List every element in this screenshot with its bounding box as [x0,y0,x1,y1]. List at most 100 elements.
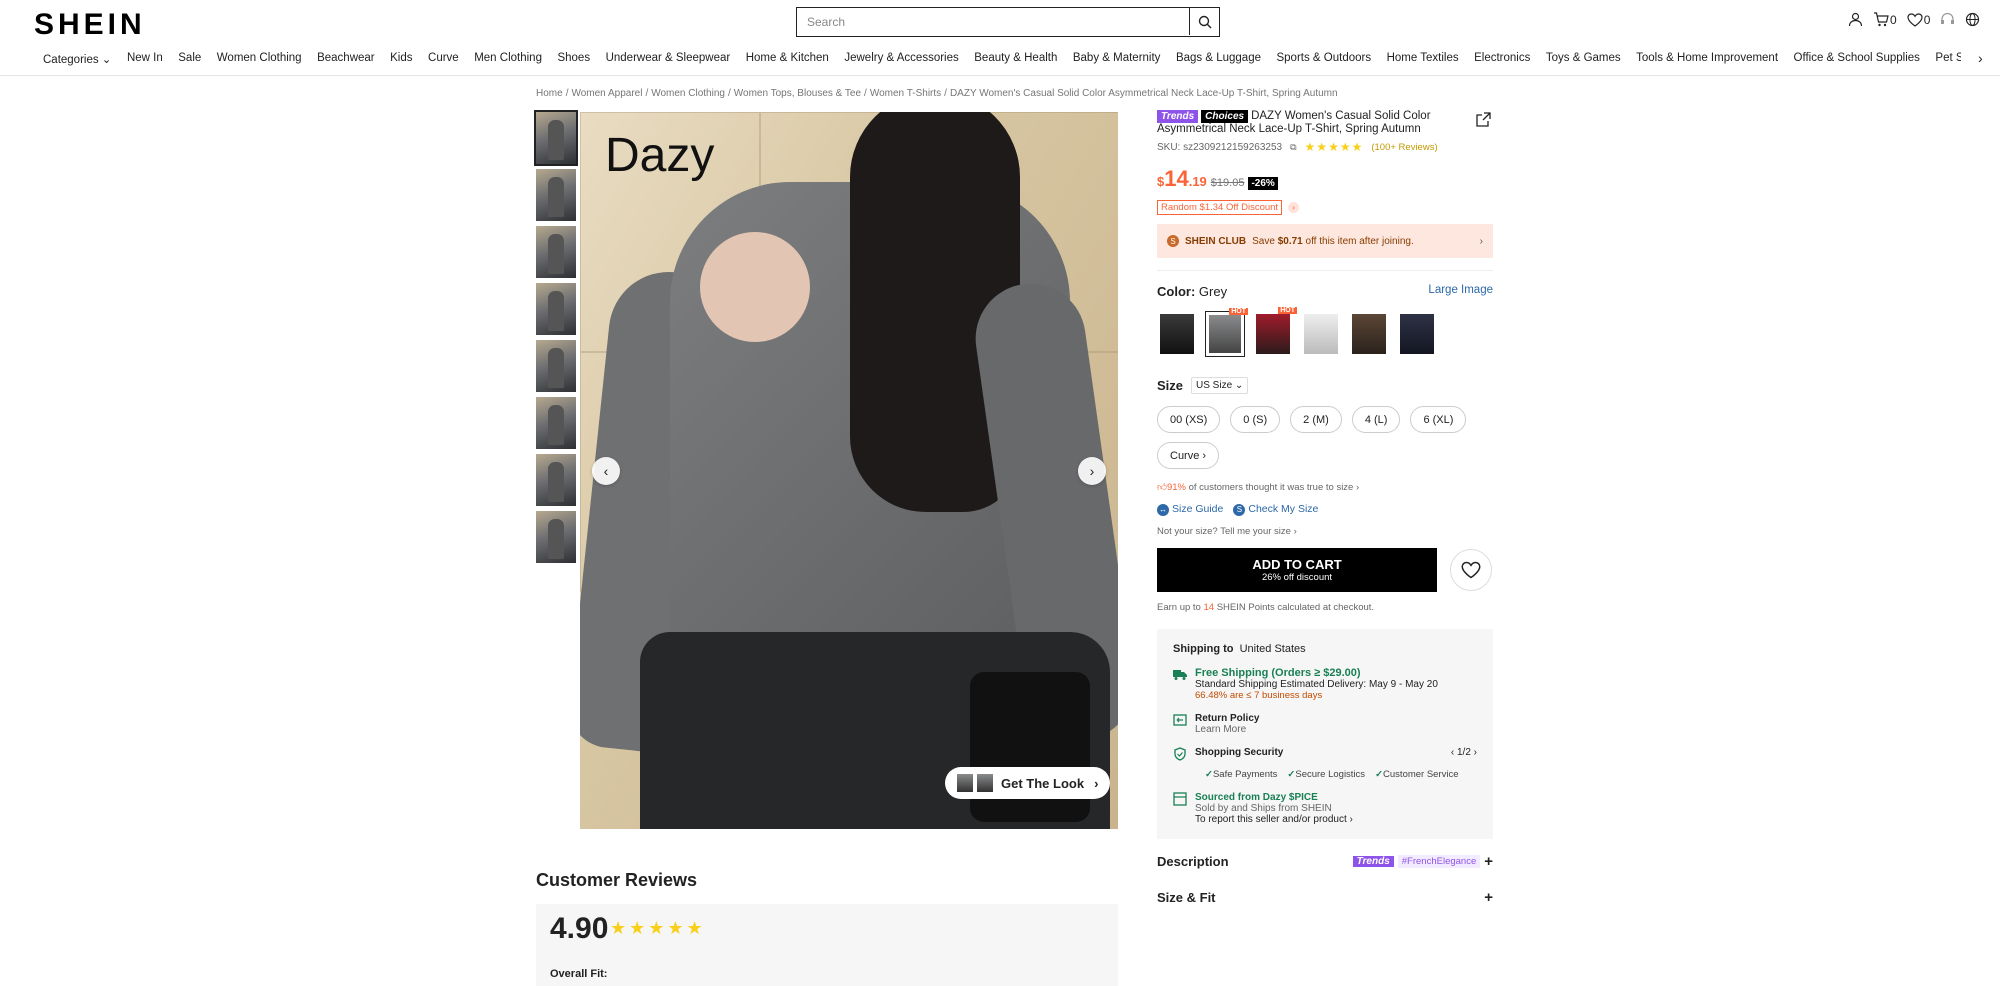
description-accordion[interactable]: Description Trends #FrenchElegance + [1157,851,1493,873]
sourced-line: Sourced from Dazy $PICE [1195,791,1318,803]
breadcrumb-item[interactable]: Women T-Shirts [870,88,941,99]
cart-button[interactable]: 0 [1873,12,1897,27]
breadcrumb-item[interactable]: Home [536,88,563,99]
header-icons: 0 0 [1848,12,1980,27]
nav-item[interactable]: Underwear & Sleepwear [606,52,731,70]
coupon-badge[interactable]: Random $1.34 Off Discount [1157,200,1283,215]
report-link[interactable]: To report this seller and/or product › [1195,814,1353,825]
add-to-cart-button[interactable]: ADD TO CART 26% off discount [1157,547,1437,592]
sku-row: SKU: sz2309212159263253 ⧉ ★★★★★ (100+ Re… [1157,140,1493,154]
return-icon [1173,713,1187,726]
search-button[interactable] [1189,8,1219,35]
true-to-size[interactable]: 👍︎91% of customers thought it was true t… [1157,481,1493,493]
hot-badge: HOT [1278,307,1297,314]
product-title: Trends Choices DAZY Women's Casual Solid C… [1157,110,1457,136]
search-input[interactable] [797,8,1189,36]
nav-item[interactable]: Beachwear [317,52,375,70]
thumbnail[interactable] [536,283,576,335]
security-items: ✓Safe Payments ✓Secure Logistics ✓Customer… [1173,769,1477,780]
nav-item[interactable]: Office & School Supplies [1794,52,1920,70]
size-option[interactable]: 00 (XS) [1157,406,1221,433]
wishlist-button[interactable]: 0 [1907,13,1930,27]
size-system-select[interactable]: US Size ⌄ [1191,377,1249,394]
nav-item[interactable]: Home Textiles [1387,52,1459,70]
size-option[interactable]: 4 (L) [1351,406,1401,433]
size-option[interactable]: 2 (M) [1290,406,1342,433]
breadcrumb-item[interactable]: Women Apparel [571,88,642,99]
size-option[interactable]: 0 (S) [1230,406,1281,433]
breadcrumb-item[interactable]: Women Clothing [651,88,725,99]
site-header: SHEIN 0 0 Categories ⌄ New In Sale Women Cl… [0,0,2000,76]
nav-item[interactable]: Pet Supplies [1935,52,1961,70]
product-main-image[interactable]: Dazy ‹ › Get The Look › [580,112,1118,829]
nav-item[interactable]: Jewelry & Accessories [844,52,958,70]
color-swatch[interactable] [1349,311,1389,357]
nav-item[interactable]: Tools & Home Improvement [1636,52,1778,70]
shein-logo[interactable]: SHEIN [34,8,146,42]
free-shipping: Free Shipping (Orders ≥ $29.00) [1195,666,1361,679]
size-fit-accordion[interactable]: Size & Fit + [1157,887,1493,909]
nav-item[interactable]: Bags & Luggage [1176,52,1261,70]
size-option[interactable]: 6 (XL) [1410,406,1467,433]
sourced-from: Sourced from Dazy $PICE Sold by and Ship… [1173,792,1477,825]
thumbnail[interactable] [536,169,576,221]
copy-icon[interactable]: ⧉ [1290,142,1296,153]
wishlist-add-button[interactable] [1450,548,1492,591]
hot-badge: HOT [1229,308,1248,315]
globe-icon[interactable] [1965,12,1980,27]
seller-link[interactable]: Dazy $PICE [1263,792,1318,803]
ruler-icon: ↔ [1157,503,1169,516]
thumbnail[interactable] [536,397,576,449]
account-icon[interactable] [1848,12,1863,27]
color-swatch[interactable] [1397,311,1437,357]
nav-item[interactable]: Electronics [1474,52,1530,70]
nav-item[interactable]: Home & Kitchen [746,52,829,70]
support-icon[interactable] [1940,12,1955,27]
nav-item[interactable]: Categories ⌄ [43,52,111,70]
color-swatch[interactable] [1301,311,1341,357]
security-pager[interactable]: ‹ 1/2 › [1451,747,1477,761]
thumbnail[interactable] [536,226,576,278]
points-info: Earn up to 14 SHEIN Points calculated at… [1157,601,1375,613]
sold-by: Sold by and Ships from SHEIN [1195,802,1332,814]
get-the-look-button[interactable]: Get The Look › [945,767,1110,799]
nav-item[interactable]: Baby & Maternity [1073,52,1161,70]
size-guide-link[interactable]: ↔ Size Guide [1157,503,1223,516]
color-swatch[interactable] [1157,311,1197,357]
check-size-link[interactable]: S Check My Size [1233,503,1318,516]
shein-club-banner[interactable]: S SHEIN CLUB Save $0.71 off this item af… [1157,224,1493,258]
not-your-size-link[interactable]: Not your size? Tell me your size › [1157,526,1493,537]
nav-item[interactable]: Shoes [557,52,590,70]
thumbnail[interactable] [536,340,576,392]
nav-next-arrow[interactable]: › [1978,50,1983,66]
nav-item[interactable]: Women Clothing [217,52,302,70]
nav-item[interactable]: Toys & Games [1546,52,1621,70]
hashtag[interactable]: #FrenchElegance [1397,855,1481,868]
nav-item[interactable]: New In [127,52,163,70]
nav-item[interactable]: Kids [390,52,412,70]
chevron-right-icon[interactable]: › [1288,202,1300,213]
size-option[interactable]: Curve › [1157,442,1220,469]
prev-image-button[interactable]: ‹ [592,457,620,485]
breadcrumb-item[interactable]: DAZY Women's Casual Solid Color Asymmetr… [950,88,1338,99]
return-policy: Return Policy Learn More [1173,713,1477,735]
breadcrumb-item[interactable]: Women Tops, Blouses & Tee [734,88,861,99]
thumbnail[interactable] [536,511,576,563]
nav-item[interactable]: Men Clothing [474,52,542,70]
reviews-link[interactable]: (100+ Reviews) [1371,142,1437,153]
share-icon[interactable] [1476,112,1491,132]
large-image-link[interactable]: Large Image [1428,284,1493,299]
learn-more-link[interactable]: Learn More [1195,724,1259,735]
color-swatch-selected[interactable]: HOT [1205,308,1248,357]
next-image-button[interactable]: › [1078,457,1106,485]
security-title: Shopping Security [1195,746,1284,758]
nav-item[interactable]: Sports & Outdoors [1276,52,1371,70]
nav-item[interactable]: Curve [428,52,459,70]
nav-item[interactable]: Sale [178,52,201,70]
thumbnail[interactable] [536,454,576,506]
color-swatch[interactable]: HOT [1253,307,1297,357]
thumbnail[interactable] [534,110,578,166]
shipping-to[interactable]: Shipping to United States [1173,643,1477,655]
sale-price: $14.19 [1157,166,1207,191]
nav-item[interactable]: Beauty & Health [974,52,1057,70]
